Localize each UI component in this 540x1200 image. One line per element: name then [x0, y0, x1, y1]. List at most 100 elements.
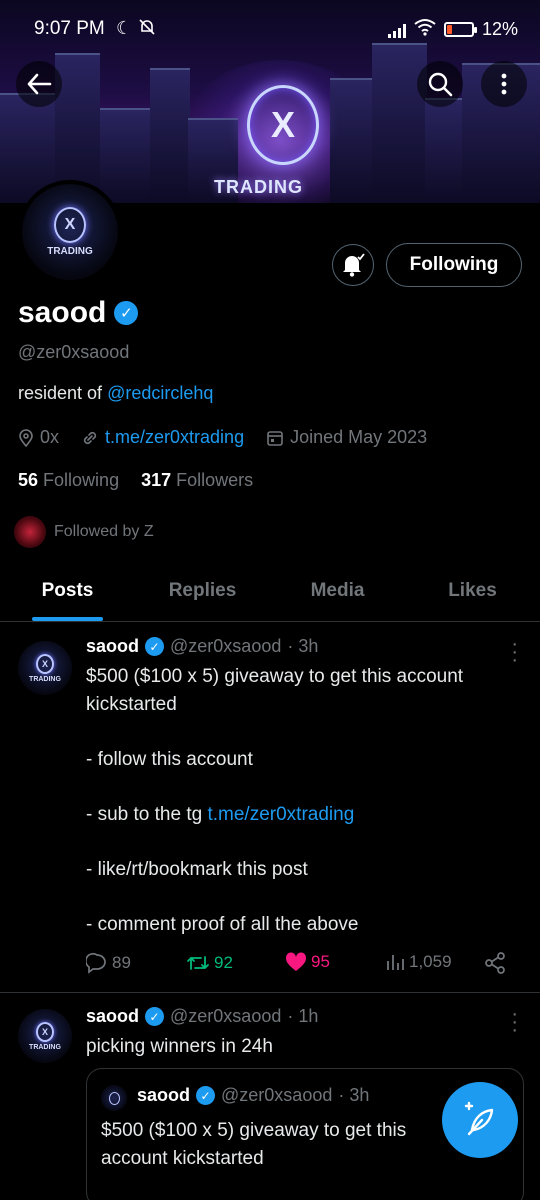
tab-replies[interactable]: Replies: [135, 566, 270, 621]
followed-by-row[interactable]: Followed by Z: [14, 516, 154, 548]
views-action[interactable]: 1,059: [385, 952, 452, 972]
tab-likes[interactable]: Likes: [405, 566, 540, 621]
banner-building: [100, 108, 155, 203]
avatar-logo: X: [54, 207, 86, 243]
reply-icon: [86, 952, 106, 974]
arrow-left-icon: [27, 73, 52, 95]
more-options-button[interactable]: [481, 61, 527, 107]
post-time: · 1h: [287, 1006, 319, 1026]
following-stat[interactable]: 56 Following: [18, 470, 119, 491]
verified-badge-icon: ✓: [196, 1086, 216, 1105]
post-author-name[interactable]: saood: [86, 1006, 139, 1027]
like-count: 95: [311, 952, 330, 971]
tab-posts[interactable]: Posts: [0, 566, 135, 621]
verified-badge-icon: ✓: [145, 637, 165, 656]
post-text: $500 ($100 x 5) giveaway to get this acc…: [86, 663, 526, 938]
repost-icon: [187, 956, 209, 970]
followers-stat[interactable]: 317 Followers: [141, 470, 253, 491]
bio-text: resident of: [18, 383, 108, 403]
wifi-icon: [414, 18, 436, 41]
bell-check-icon: [343, 253, 365, 277]
battery-percent: 12%: [481, 19, 518, 39]
verified-badge-icon: ✓: [145, 1007, 165, 1026]
repost-count: 92: [214, 953, 233, 972]
post-line: - comment proof of all the above: [86, 913, 359, 935]
search-icon: [428, 72, 453, 97]
banner-building: [330, 78, 375, 203]
bio-mention-link[interactable]: @redcirclehq: [107, 383, 213, 403]
following-button[interactable]: Following: [386, 243, 522, 287]
profile-website-link[interactable]: t.me/zer0xtrading: [105, 427, 244, 448]
views-count: 1,059: [409, 952, 452, 971]
profile-name: saood: [18, 296, 107, 329]
banner-building: [425, 98, 465, 203]
profile-stats: 56 Following 317 Followers: [18, 470, 253, 491]
back-button[interactable]: [16, 61, 62, 107]
post-line: kickstarted: [86, 693, 177, 715]
heart-icon: [285, 952, 307, 971]
post-line: - like/rt/bookmark this post: [86, 858, 308, 880]
profile-location: 0x: [40, 427, 60, 447]
post-avatar[interactable]: X TRADING: [18, 1009, 72, 1063]
profile-avatar[interactable]: X TRADING: [18, 180, 122, 284]
following-count: 56: [18, 470, 39, 490]
followers-count: 317: [141, 470, 172, 490]
reply-action[interactable]: 89: [86, 952, 131, 974]
quoted-author-name: saood: [137, 1085, 191, 1105]
post[interactable]: X TRADING saood ✓ @zer0xsaood · 3h · · · $5…: [0, 623, 540, 993]
compose-feather-icon: [464, 1101, 494, 1136]
post-more-icon[interactable]: · · ·: [511, 634, 518, 670]
status-left-icons: ☾: [116, 18, 156, 41]
post-more-icon[interactable]: · · ·: [511, 1004, 518, 1040]
profile-joined: Joined May 2023: [290, 427, 428, 447]
followers-label: Followers: [176, 470, 254, 490]
post-author-handle: @zer0xsaood: [170, 636, 282, 656]
profile-bio: resident of @redcirclehq: [18, 383, 213, 404]
post-header: saood ✓ @zer0xsaood · 1h: [86, 1006, 318, 1027]
notifications-button[interactable]: [332, 244, 374, 286]
post-author-name[interactable]: saood: [86, 636, 139, 657]
profile-name-row: saood ✓: [18, 296, 139, 330]
reply-count: 89: [112, 953, 131, 972]
banner-building: [372, 43, 427, 203]
status-right: 12%: [387, 18, 518, 41]
following-label: Following: [43, 470, 120, 490]
post-avatar[interactable]: X TRADING: [18, 641, 72, 695]
post-author-handle: @zer0xsaood: [170, 1006, 282, 1026]
mute-icon: [138, 18, 156, 41]
followed-by-text: Followed by Z: [54, 523, 154, 540]
moon-icon: ☾: [116, 18, 133, 38]
follower-avatar: [14, 516, 46, 548]
profile-tabs: Posts Replies Media Likes: [0, 566, 540, 622]
banner-emblem: X: [247, 85, 319, 165]
search-button[interactable]: [417, 61, 463, 107]
post-text: picking winners in 24h: [86, 1036, 273, 1057]
post-actions: 89 92 95 1,059: [86, 952, 516, 978]
banner-wordmark: TRADING: [214, 177, 303, 197]
location-icon: [19, 428, 33, 447]
more-vertical-icon: [501, 73, 507, 95]
verified-badge-icon[interactable]: ✓: [114, 301, 139, 325]
quoted-post-text: $500 ($100 x 5) giveaway to get this acc…: [101, 1120, 407, 1169]
quoted-post-time: · 3h: [338, 1085, 370, 1105]
signal-icon: [387, 22, 406, 38]
profile-handle: @zer0xsaood: [18, 342, 130, 362]
quoted-post-header: saood ✓ @zer0xsaood · 3h: [137, 1085, 369, 1106]
tab-media[interactable]: Media: [270, 566, 405, 621]
quoted-post-avatar: [101, 1085, 127, 1111]
post-time: · 3h: [287, 636, 319, 656]
banner-building: [150, 68, 190, 203]
compose-post-button[interactable]: [442, 1082, 518, 1158]
status-bar: 9:07 PM ☾ 12%: [0, 0, 540, 60]
share-action[interactable]: [484, 952, 506, 974]
post-telegram-link[interactable]: t.me/zer0xtrading: [207, 804, 354, 825]
quoted-author-handle: @zer0xsaood: [221, 1085, 333, 1105]
repost-action[interactable]: 92: [186, 952, 233, 974]
avatar-label: TRADING: [47, 246, 93, 257]
status-time: 9:07 PM: [34, 18, 105, 39]
link-icon: [83, 431, 97, 444]
battery-icon: [443, 22, 477, 37]
like-action[interactable]: 95: [285, 952, 330, 972]
post-line: - follow this account: [86, 748, 253, 770]
post-header: saood ✓ @zer0xsaood · 3h: [86, 636, 318, 657]
